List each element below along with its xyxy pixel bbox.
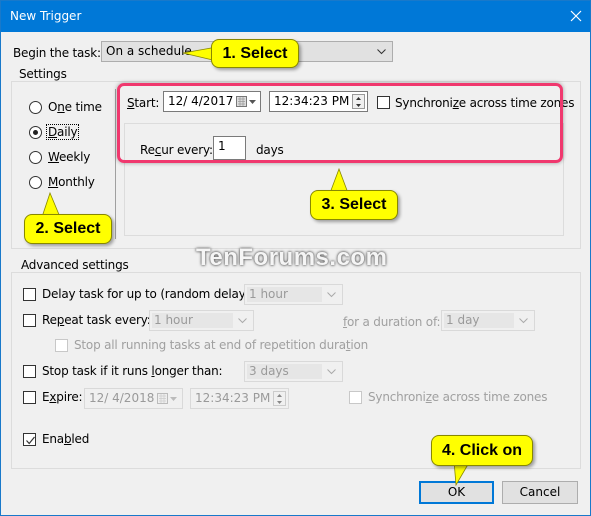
delay-task-checkbox[interactable] bbox=[23, 288, 36, 301]
chevron-down-icon bbox=[327, 292, 336, 298]
stop-task-label[interactable]: Stop task if it runs longer than: bbox=[42, 364, 223, 378]
enabled-label[interactable]: Enabled bbox=[42, 432, 89, 446]
radio-daily-label[interactable]: Daily bbox=[46, 124, 80, 140]
delay-task-dropdown[interactable]: 1 hour bbox=[244, 284, 343, 305]
begin-task-label: Begin the task: bbox=[13, 46, 101, 60]
callout-step-2: 2. Select bbox=[24, 214, 112, 244]
highlight-box bbox=[117, 83, 563, 163]
radio-monthly-label[interactable]: Monthly bbox=[48, 175, 95, 189]
settings-divider bbox=[115, 89, 116, 239]
callout-step-1: 1. Select bbox=[211, 39, 299, 68]
window-title: New Trigger bbox=[10, 9, 82, 23]
chevron-down-icon bbox=[377, 49, 386, 55]
settings-group-title: Settings bbox=[17, 67, 69, 81]
duration-value: 1 day bbox=[446, 313, 480, 327]
expire-time-spinner[interactable] bbox=[273, 391, 286, 406]
radio-one-time[interactable] bbox=[29, 101, 42, 114]
calendar-dropdown-icon[interactable] bbox=[157, 393, 179, 405]
chevron-down-icon bbox=[238, 318, 247, 324]
expire-label[interactable]: Expire: bbox=[42, 390, 83, 404]
stop-all-running-label: Stop all running tasks at end of repetit… bbox=[74, 338, 369, 352]
chevron-down-icon bbox=[519, 318, 528, 324]
expire-checkbox[interactable] bbox=[23, 391, 36, 404]
repeat-task-checkbox[interactable] bbox=[23, 314, 36, 327]
cancel-button[interactable]: Cancel bbox=[502, 481, 578, 504]
checkmark-icon bbox=[26, 436, 35, 445]
radio-weekly-label[interactable]: Weekly bbox=[48, 150, 90, 164]
close-icon[interactable] bbox=[567, 7, 585, 25]
stop-all-running-checkbox[interactable] bbox=[55, 339, 68, 352]
radio-one-time-label[interactable]: One time bbox=[48, 100, 102, 114]
expire-date-picker[interactable]: 12/ 4/2018 bbox=[84, 388, 183, 409]
watermark: TenForums.com bbox=[196, 244, 388, 271]
spin-down-icon[interactable] bbox=[274, 399, 285, 406]
duration-dropdown[interactable]: 1 day bbox=[441, 310, 535, 331]
radio-monthly[interactable] bbox=[29, 176, 42, 189]
expire-date-value: 12/ 4/2018 bbox=[89, 391, 155, 405]
stop-task-value: 3 days bbox=[249, 364, 289, 378]
callout-step-3: 3. Select bbox=[310, 190, 398, 220]
radio-weekly[interactable] bbox=[29, 151, 42, 164]
expire-time-field[interactable]: 12:34:23 PM bbox=[190, 388, 289, 409]
delay-task-label[interactable]: Delay task for up to (random delay): bbox=[42, 287, 254, 301]
enabled-checkbox[interactable] bbox=[23, 433, 36, 446]
callout-step-4: 4. Click on bbox=[431, 435, 533, 466]
expire-sync-label: Synchronize across time zones bbox=[368, 390, 548, 404]
expire-sync-checkbox[interactable] bbox=[349, 391, 362, 404]
repeat-task-label[interactable]: Repeat task every: bbox=[42, 313, 151, 327]
new-trigger-dialog: New Trigger Begin the task: On a schedul… bbox=[0, 0, 591, 516]
expire-time-value: 12:34:23 PM bbox=[195, 391, 271, 405]
chevron-down-icon bbox=[327, 369, 336, 375]
duration-label: for a duration of: bbox=[343, 315, 441, 329]
spin-up-icon[interactable] bbox=[274, 392, 285, 399]
stop-task-dropdown[interactable]: 3 days bbox=[244, 361, 343, 382]
repeat-task-value: 1 hour bbox=[154, 313, 193, 327]
title-bar: New Trigger bbox=[1, 1, 590, 32]
repeat-task-dropdown[interactable]: 1 hour bbox=[149, 310, 254, 331]
advanced-settings-title: Advanced settings bbox=[19, 258, 131, 272]
stop-task-checkbox[interactable] bbox=[23, 365, 36, 378]
begin-task-value: On a schedule bbox=[106, 44, 192, 58]
delay-task-value: 1 hour bbox=[249, 287, 288, 301]
radio-daily[interactable] bbox=[29, 126, 42, 139]
